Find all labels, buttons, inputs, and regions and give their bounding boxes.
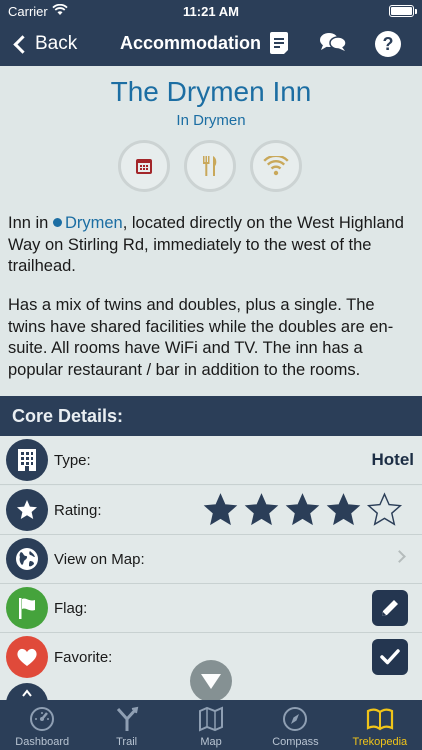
- trail-icon: [113, 705, 141, 733]
- calendar-icon[interactable]: [118, 140, 170, 192]
- flag-icon: [6, 587, 48, 629]
- clock: 11:21 AM: [183, 4, 239, 19]
- tab-trekopedia-label: Trekopedia: [352, 736, 408, 748]
- accommodation-title: The Drymen Inn: [110, 76, 312, 107]
- battery-tip: [415, 9, 417, 14]
- view-on-map-label: View on Map:: [54, 551, 145, 568]
- view-on-map-row[interactable]: View on Map:: [0, 535, 422, 584]
- description-paragraph-1: Inn in Drymen, located directly on the W…: [8, 213, 414, 278]
- back-label: Back: [35, 33, 78, 54]
- star-empty-icon: [366, 492, 403, 526]
- flag-label: Flag:: [54, 600, 88, 617]
- tab-compass-label: Compass: [272, 736, 319, 748]
- wifi-icon[interactable]: [250, 140, 302, 192]
- type-value: Hotel: [371, 450, 415, 469]
- chevron-right-icon: [393, 550, 406, 563]
- status-bar: Carrier 11:21 AM: [0, 0, 422, 22]
- location-dot-icon: [52, 218, 62, 227]
- rating-stars: [201, 491, 404, 529]
- tab-trail[interactable]: Trail: [84, 700, 168, 750]
- drymen-link[interactable]: Drymen: [52, 214, 123, 232]
- star-filled-icon: [285, 493, 320, 526]
- navigation-bar: Back Accommodation ?: [0, 24, 422, 64]
- tab-dashboard[interactable]: Dashboard: [0, 700, 84, 750]
- star-filled-icon: [244, 493, 279, 526]
- desc-prefix: Inn in: [8, 214, 53, 232]
- tab-map[interactable]: Map: [169, 700, 253, 750]
- tab-map-label: Map: [200, 736, 222, 748]
- restaurant-icon[interactable]: [184, 140, 236, 192]
- row-icon: [6, 683, 48, 700]
- building-icon: [6, 439, 48, 481]
- book-icon: [366, 705, 394, 733]
- notes-icon[interactable]: [268, 30, 296, 58]
- tab-dashboard-label: Dashboard: [15, 736, 70, 748]
- checkmark-icon: [380, 649, 400, 665]
- description-paragraph-2: Has a mix of twins and doubles, plus a s…: [8, 296, 394, 379]
- top-bar: Carrier 11:21 AM Back Accommodation ?: [0, 0, 422, 66]
- flag-row: Flag:: [0, 584, 422, 633]
- gauge-icon: [28, 705, 56, 733]
- pencil-icon: [382, 600, 398, 616]
- type-row: Type: Hotel: [0, 436, 422, 485]
- tab-compass[interactable]: Compass: [253, 700, 337, 750]
- favorite-toggle-button[interactable]: [372, 639, 408, 675]
- favorite-label: Favorite:: [54, 649, 113, 666]
- type-label: Type:: [54, 452, 91, 469]
- star-filled-icon: [203, 493, 238, 526]
- page-title: Accommodation: [120, 33, 262, 53]
- triangle-down-icon: [201, 674, 221, 689]
- tab-trekopedia[interactable]: Trekopedia: [338, 700, 422, 750]
- location-link[interactable]: In Drymen: [0, 112, 422, 129]
- accommodation-header: The Drymen Inn In Drymen Inn in Drymen, …: [0, 66, 422, 396]
- scroll-down-button[interactable]: [190, 660, 232, 702]
- core-details-heading: Core Details:: [0, 396, 422, 436]
- compass-icon: [281, 705, 309, 733]
- drymen-link-label: Drymen: [64, 214, 123, 232]
- svg-text:?: ?: [383, 34, 394, 54]
- map-icon: [197, 705, 225, 733]
- tab-bar: Dashboard Trail Map Compass Trekopedia: [0, 700, 422, 750]
- star-icon: [6, 489, 48, 531]
- globe-icon: [6, 538, 48, 580]
- tab-trail-label: Trail: [116, 736, 138, 748]
- chat-icon[interactable]: [318, 30, 347, 58]
- chevron-left-icon: [13, 34, 32, 54]
- rating-row: Rating:: [0, 486, 422, 535]
- edit-flag-button[interactable]: [372, 590, 408, 626]
- help-icon[interactable]: ?: [374, 30, 402, 58]
- back-button[interactable]: Back: [10, 30, 77, 58]
- battery-icon: [389, 5, 414, 17]
- star-filled-icon: [326, 493, 361, 526]
- rating-label: Rating:: [54, 502, 102, 519]
- heart-icon: [6, 636, 48, 678]
